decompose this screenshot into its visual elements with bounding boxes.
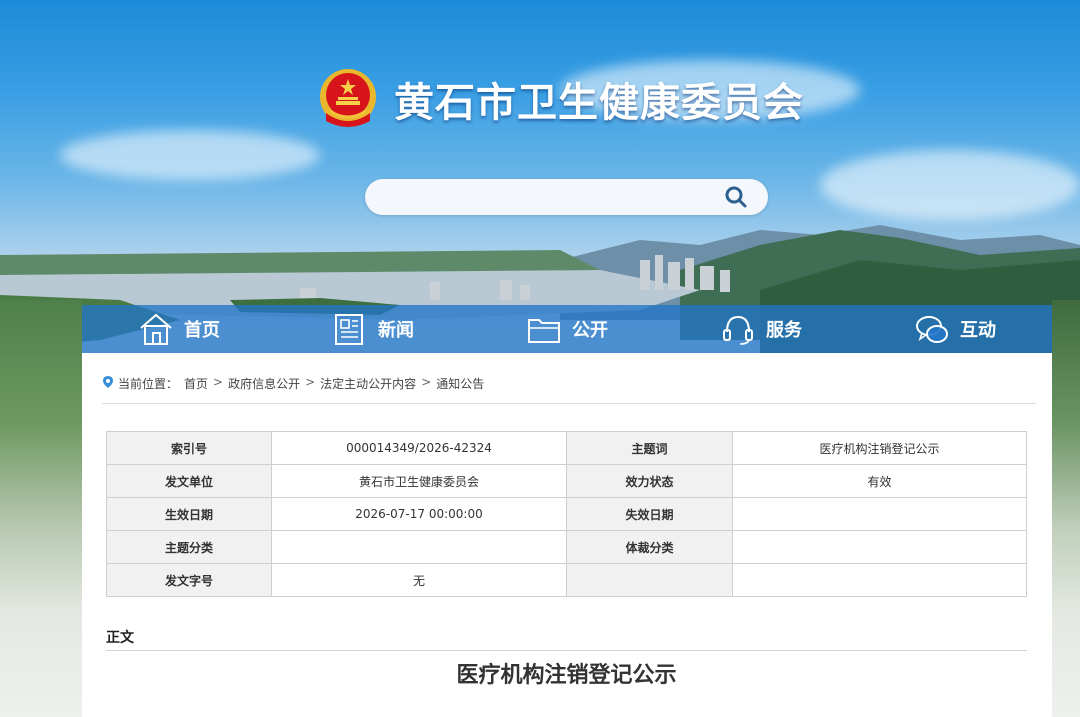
meta-key: 失效日期	[566, 497, 733, 531]
meta-value: 有效	[732, 464, 1027, 498]
search-icon[interactable]	[722, 183, 750, 211]
meta-value: 000014349/2026-42324	[271, 431, 567, 465]
meta-value: 2026-07-17 00:00:00	[271, 497, 567, 531]
breadcrumb-item[interactable]: 法定主动公开内容	[320, 375, 416, 392]
table-row: 生效日期 2026-07-17 00:00:00 失效日期	[106, 497, 1027, 531]
chat-bubbles-icon	[916, 316, 948, 343]
meta-value: 医疗机构注销登记公示	[732, 431, 1027, 465]
folder-icon	[528, 319, 560, 343]
meta-key: 体裁分类	[566, 530, 733, 564]
body-section-label: 正文	[106, 630, 134, 646]
meta-key: 生效日期	[106, 497, 272, 531]
meta-value	[732, 530, 1027, 564]
table-row: 主题分类 体裁分类	[106, 530, 1027, 564]
search-box	[365, 179, 768, 215]
meta-key: 效力状态	[566, 464, 733, 498]
meta-key: 索引号	[106, 431, 272, 465]
meta-value	[732, 563, 1027, 597]
breadcrumb-separator: >	[305, 375, 316, 389]
breadcrumb: 当前位置： 首页 > 政府信息公开 > 法定主动公开内容 > 通知公告	[102, 375, 1036, 404]
document-meta-table: 索引号 000014349/2026-42324 主题词 医疗机构注销登记公示 …	[106, 431, 1027, 597]
nav-item-home[interactable]: 首页	[82, 305, 276, 353]
table-row: 发文字号 无	[106, 563, 1027, 597]
side-scenery-right	[1052, 300, 1080, 717]
site-logo[interactable]: 黄石市卫生健康委员会	[318, 66, 804, 132]
divider	[106, 650, 1027, 651]
location-pin-icon	[103, 376, 113, 388]
meta-value: 黄石市卫生健康委员会	[271, 464, 567, 498]
breadcrumb-item[interactable]: 首页	[184, 375, 208, 392]
meta-key: 发文单位	[106, 464, 272, 498]
nav-item-label: 互动	[960, 320, 996, 341]
nav-item-label: 新闻	[378, 320, 414, 341]
breadcrumb-item[interactable]: 通知公告	[436, 375, 484, 392]
home-icon	[140, 313, 172, 345]
meta-value: 无	[271, 563, 567, 597]
meta-value	[732, 497, 1027, 531]
document-title: 医疗机构注销登记公示	[456, 663, 677, 688]
headset-icon	[723, 315, 753, 345]
meta-key: 主题词	[566, 431, 733, 465]
search-input[interactable]	[383, 185, 717, 211]
cloud	[60, 130, 320, 180]
national-emblem-icon	[320, 69, 376, 127]
main-content: 当前位置： 首页 > 政府信息公开 > 法定主动公开内容 > 通知公告 索引号 …	[82, 353, 1052, 717]
meta-value	[271, 530, 567, 564]
side-scenery-left	[0, 300, 82, 717]
meta-key: 主题分类	[106, 530, 272, 564]
nav-item-news[interactable]: 新闻	[276, 305, 470, 353]
breadcrumb-prefix: 当前位置：	[118, 377, 179, 391]
nav-item-label: 服务	[766, 320, 802, 341]
nav-item-public[interactable]: 公开	[470, 305, 664, 353]
nav-item-interact[interactable]: 互动	[858, 305, 1052, 353]
meta-key	[566, 563, 733, 597]
meta-key: 发文字号	[106, 563, 272, 597]
nav-item-label: 首页	[184, 320, 220, 341]
nav-item-service[interactable]: 服务	[664, 305, 858, 353]
table-row: 索引号 000014349/2026-42324 主题词 医疗机构注销登记公示	[106, 431, 1027, 465]
breadcrumb-separator: >	[213, 375, 224, 389]
breadcrumb-separator: >	[421, 375, 432, 389]
site-title: 黄石市卫生健康委员会	[394, 80, 804, 126]
breadcrumb-item[interactable]: 政府信息公开	[228, 375, 300, 392]
newspaper-icon	[335, 314, 363, 345]
main-nav: 首页 新闻 公开 服务 互动	[82, 305, 1052, 353]
table-row: 发文单位 黄石市卫生健康委员会 效力状态 有效	[106, 464, 1027, 498]
nav-item-label: 公开	[572, 320, 608, 341]
